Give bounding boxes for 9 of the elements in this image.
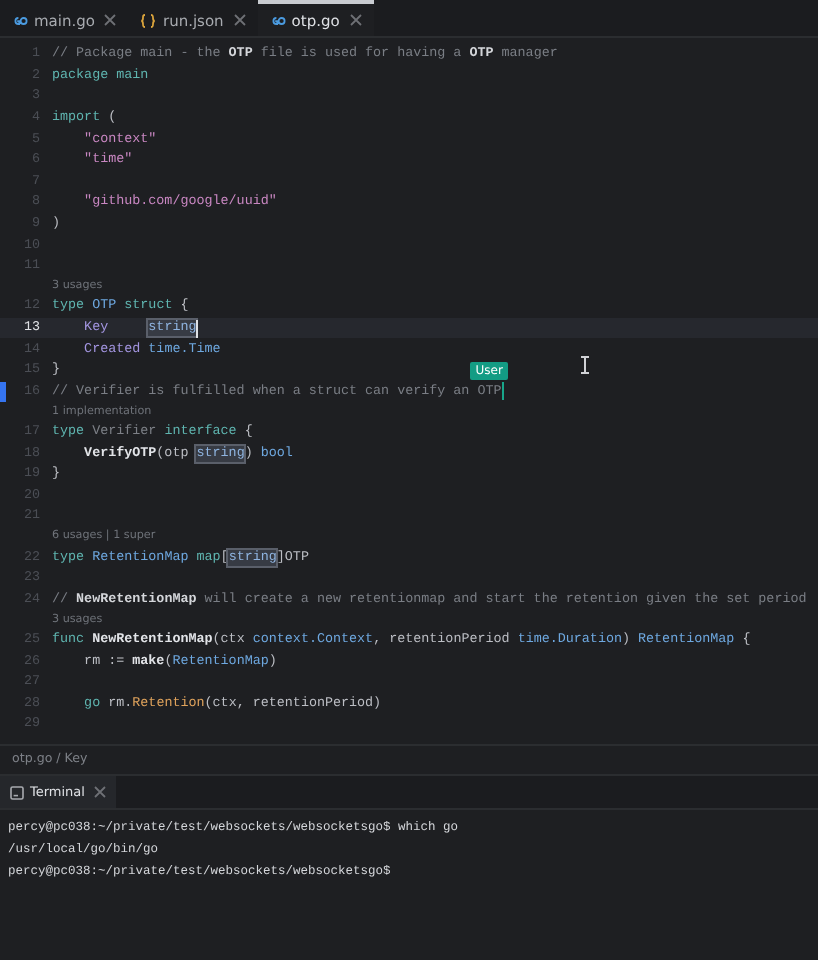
- close-icon[interactable]: [233, 14, 246, 26]
- file-type-icon: [269, 15, 286, 25]
- close-icon[interactable]: [104, 14, 117, 26]
- file-type-icon: [12, 15, 28, 25]
- ibeam-pointer-icon: [580, 356, 590, 374]
- close-icon[interactable]: [94, 786, 107, 798]
- braces-icon: [140, 13, 157, 27]
- close-icon[interactable]: [349, 14, 362, 26]
- terminal-icon: [10, 785, 24, 799]
